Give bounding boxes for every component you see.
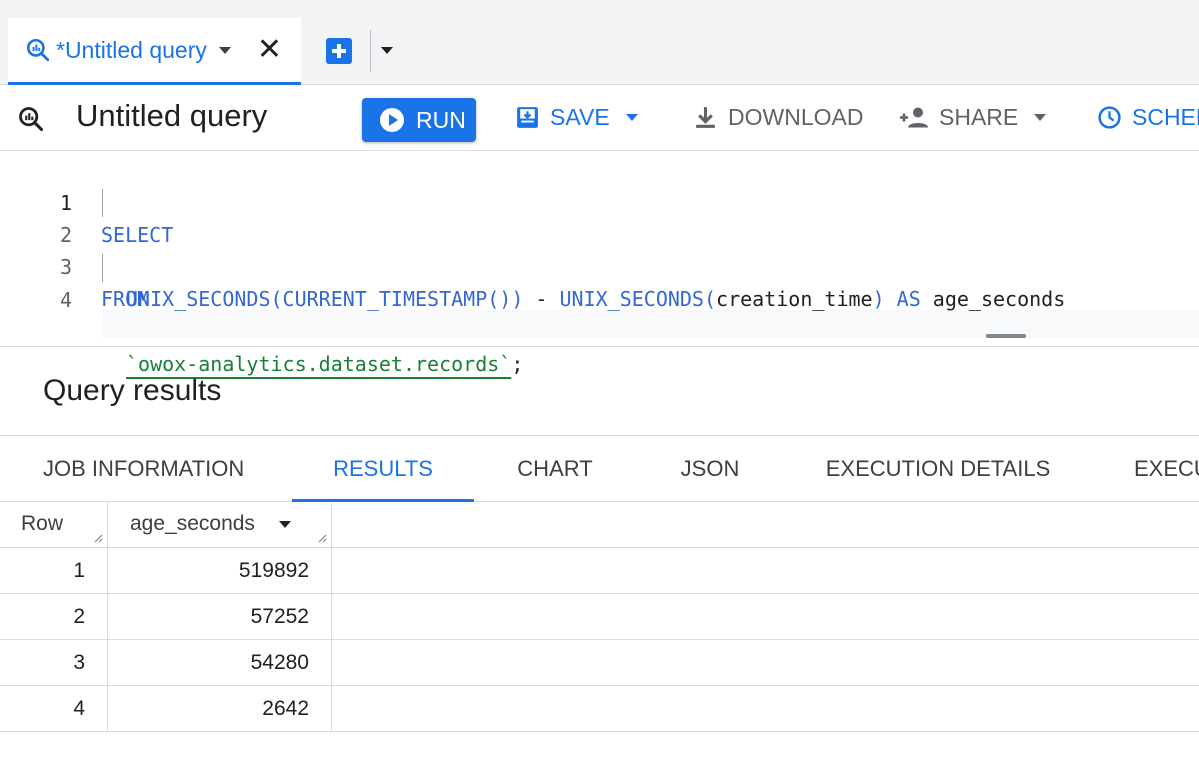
indent-guide [102, 189, 103, 217]
chevron-down-icon [1034, 114, 1047, 121]
query-icon [19, 107, 44, 132]
divider [370, 30, 371, 72]
code-line: 1 SELECT [0, 155, 1199, 247]
tab-menu-chevron-down-icon[interactable] [218, 46, 231, 54]
divider [332, 639, 1199, 640]
table-reference[interactable]: `owox-analytics.dataset.records` [126, 352, 511, 376]
divider [332, 593, 1199, 594]
column-resize-icon[interactable] [317, 533, 327, 543]
editor-resize-handle[interactable] [986, 334, 1026, 338]
code-text: FROM [101, 287, 150, 311]
query-icon [26, 38, 50, 62]
tab-execution-graph[interactable]: EXECU [1134, 436, 1199, 502]
download-button[interactable]: DOWNLOAD [693, 104, 863, 131]
tab-chart[interactable]: CHART [505, 436, 605, 502]
line-number: 4 [59, 288, 72, 312]
tab-label: *Untitled query [56, 36, 207, 63]
divider [332, 547, 1199, 548]
row-number: 4 [0, 686, 108, 732]
query-tab-bar: *Untitled query ✕ [0, 0, 1199, 85]
indent-guide [102, 254, 103, 282]
tab-untitled-query[interactable]: *Untitled query ✕ [8, 18, 301, 85]
save-button[interactable]: SAVE [515, 104, 638, 131]
clock-icon [1098, 106, 1121, 129]
tab-results[interactable]: RESULTS [292, 436, 474, 502]
table-cell[interactable]: 519892 [108, 548, 332, 594]
share-button[interactable]: SHARE [899, 104, 1047, 131]
page-title: Untitled query [76, 98, 268, 133]
tab-job-information[interactable]: JOB INFORMATION [43, 436, 248, 502]
table-cell[interactable]: 57252 [108, 594, 332, 640]
code-line: 3 FROM [0, 219, 1199, 311]
results-tab-bar: JOB INFORMATION RESULTS CHART JSON EXECU… [0, 435, 1199, 502]
save-icon [517, 107, 538, 128]
tab-json[interactable]: JSON [665, 436, 755, 502]
sql-editor[interactable]: 1 SELECT 2 UNIX_SECONDS(CURRENT_TIMESTAM… [0, 152, 1199, 376]
close-icon[interactable]: ✕ [257, 35, 282, 65]
row-number: 1 [0, 548, 108, 594]
add-tab-icon[interactable] [326, 38, 352, 64]
chevron-down-icon [625, 114, 638, 121]
download-icon [696, 107, 715, 128]
table-cell[interactable]: 54280 [108, 640, 332, 686]
column-header-row[interactable]: Row [0, 502, 108, 548]
row-number: 3 [0, 640, 108, 686]
run-button[interactable]: RUN [362, 98, 476, 142]
play-icon [380, 108, 404, 132]
divider [332, 731, 1199, 732]
sort-chevron-down-icon[interactable] [278, 520, 291, 528]
run-label: RUN [416, 106, 466, 133]
download-label: DOWNLOAD [728, 104, 864, 130]
save-label: SAVE [550, 104, 610, 130]
row-number: 2 [0, 594, 108, 640]
divider [332, 685, 1199, 686]
schedule-button[interactable]: SCHED [1097, 104, 1199, 131]
share-label: SHARE [939, 104, 1019, 130]
tab-execution-details[interactable]: EXECUTION DETAILS [820, 436, 1056, 502]
divider [0, 346, 1199, 347]
results-title: Query results [43, 374, 222, 407]
query-toolbar: Untitled query RUN SAVE DOWNLOAD SHARE S… [0, 85, 1199, 151]
schedule-label: SCHED [1132, 104, 1199, 130]
column-header-age-seconds[interactable]: age_seconds [108, 502, 332, 548]
table-cell[interactable]: 2642 [108, 686, 332, 732]
code-line: 4 `owox-analytics.dataset.records`; [0, 252, 1199, 376]
code-text: UNIX_SECONDS(CURRENT_TIMESTAMP()) - UNIX… [126, 287, 1066, 311]
tab-menu-chevron-down-icon[interactable] [381, 47, 393, 54]
code-line: 2 UNIX_SECONDS(CURRENT_TIMESTAMP()) - UN… [0, 187, 1199, 311]
column-resize-icon[interactable] [93, 533, 103, 543]
add-person-icon [900, 107, 928, 128]
